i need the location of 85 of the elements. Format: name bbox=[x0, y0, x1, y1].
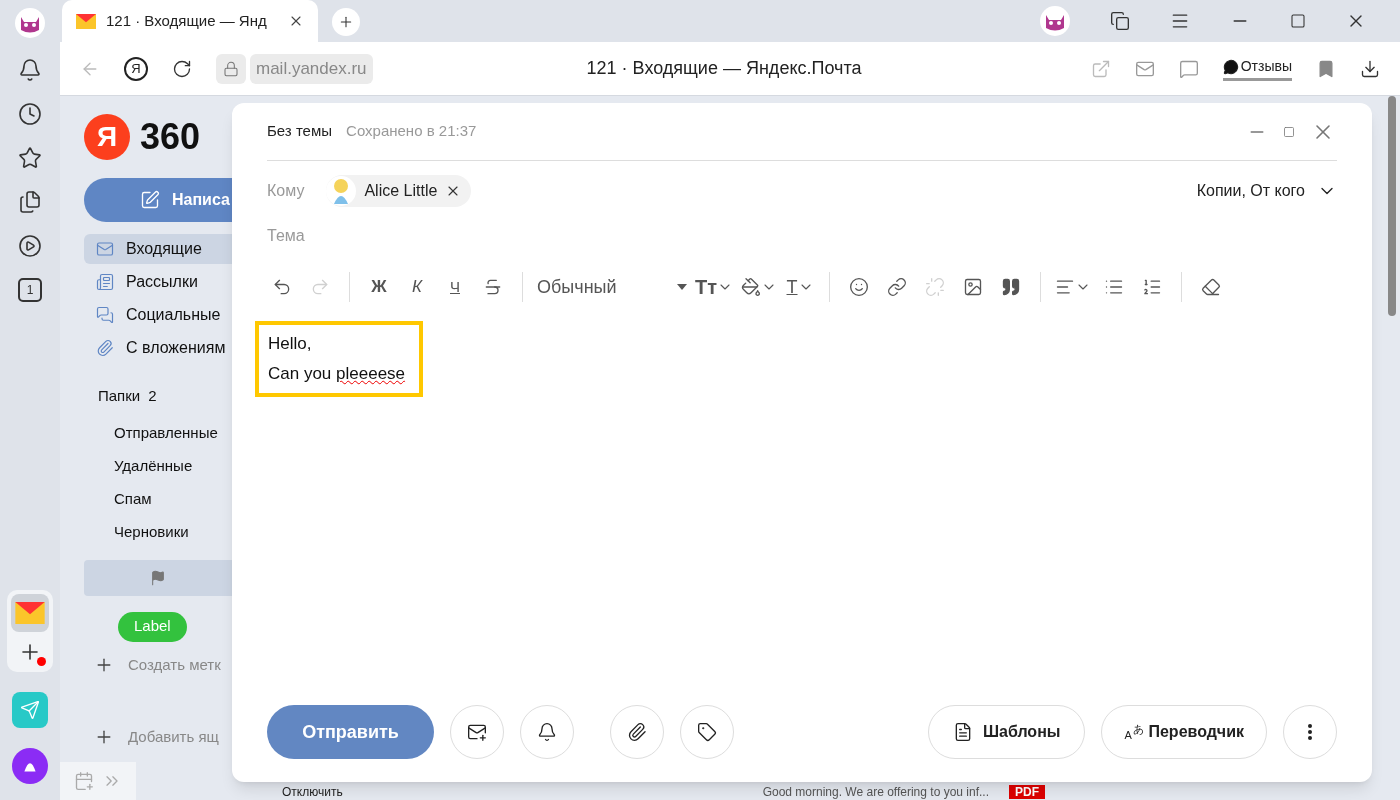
to-label: Кому bbox=[267, 181, 305, 201]
paint-bucket-icon bbox=[741, 277, 761, 297]
expand-window-icon[interactable] bbox=[1283, 125, 1295, 138]
envelope-icon bbox=[96, 240, 114, 258]
strikethrough-icon bbox=[483, 277, 503, 297]
message-body[interactable]: Hello, Can you pleeeese bbox=[255, 321, 424, 397]
tab-title: 121 · Входящие — Янд bbox=[106, 10, 267, 31]
folders-count: 2 bbox=[148, 386, 157, 406]
page-title: 121 · Входящие — Яндекс.Почта bbox=[586, 57, 862, 80]
pdf-badge: PDF bbox=[1009, 785, 1045, 799]
translate-icon: Aあ bbox=[1124, 721, 1145, 743]
notifications-icon[interactable] bbox=[18, 58, 42, 82]
counter-icon[interactable]: 1 bbox=[18, 278, 42, 302]
paperclip-icon bbox=[96, 339, 114, 357]
logo-text: 360 bbox=[140, 115, 201, 159]
feedback-button[interactable]: Отзывы bbox=[1222, 56, 1292, 81]
maximize-icon[interactable] bbox=[1290, 13, 1306, 29]
pen-square-icon bbox=[140, 190, 160, 210]
speech-bubble-icon bbox=[1222, 58, 1239, 75]
folder-item[interactable]: Спам bbox=[114, 487, 232, 511]
text-color-button[interactable]: T bbox=[785, 272, 815, 302]
send-button[interactable]: Отправить bbox=[267, 705, 434, 759]
italic-button[interactable]: К bbox=[402, 272, 432, 302]
comment-icon[interactable] bbox=[1178, 58, 1199, 79]
avatar-icon[interactable] bbox=[15, 8, 45, 38]
link-icon bbox=[887, 277, 907, 297]
more-icon bbox=[1308, 724, 1312, 740]
eraser-icon bbox=[1201, 277, 1221, 297]
caret-icon bbox=[677, 284, 687, 290]
mail-app-button[interactable] bbox=[11, 594, 49, 632]
underline-button[interactable]: Ч bbox=[440, 272, 470, 302]
flag-bar[interactable] bbox=[84, 559, 232, 596]
quote-icon bbox=[1001, 277, 1021, 297]
new-tab-button[interactable] bbox=[332, 8, 360, 36]
font-size-button[interactable]: Tт bbox=[695, 272, 733, 302]
saved-status: Сохранено в 21:37 bbox=[346, 121, 477, 142]
subject-field[interactable]: Тема bbox=[267, 221, 1337, 251]
unlink-icon bbox=[925, 277, 945, 297]
paperclip-icon bbox=[627, 722, 647, 742]
flag-icon bbox=[150, 569, 166, 586]
send-icon bbox=[20, 700, 40, 720]
envelope-icon bbox=[15, 602, 45, 624]
plus-icon bbox=[338, 14, 354, 30]
reload-icon[interactable] bbox=[172, 58, 192, 79]
play-icon[interactable] bbox=[18, 234, 42, 258]
smiley-icon bbox=[849, 277, 869, 297]
tag-icon bbox=[697, 722, 717, 742]
scrollbar[interactable] bbox=[1388, 96, 1396, 316]
draft-title: Без темы bbox=[267, 121, 333, 142]
collections-icon[interactable] bbox=[1110, 11, 1130, 31]
mail-favicon bbox=[76, 13, 96, 29]
message-snippet: Good morning. We are offering to you inf... bbox=[762, 785, 989, 799]
image-icon bbox=[963, 277, 983, 297]
bold-button[interactable]: Ж bbox=[364, 272, 394, 302]
folder-item[interactable]: Отправленные bbox=[114, 421, 232, 445]
folder-item[interactable]: Рассылки bbox=[84, 267, 232, 297]
yandex-button[interactable]: Я bbox=[124, 56, 148, 81]
folder-item[interactable]: Удалённые bbox=[114, 454, 232, 478]
lock-button[interactable] bbox=[216, 53, 246, 84]
undo-icon bbox=[272, 277, 292, 297]
bookmark-star-icon[interactable] bbox=[18, 146, 42, 170]
folder-item[interactable]: Входящие bbox=[84, 234, 232, 264]
chat-icon bbox=[96, 306, 114, 324]
assistant-app-icon[interactable] bbox=[12, 748, 48, 784]
folder-item[interactable]: Черновики bbox=[114, 520, 232, 544]
style-dropdown[interactable]: Обычный bbox=[537, 272, 687, 302]
figure-avatar-icon bbox=[326, 176, 357, 206]
logo-icon[interactable]: Я bbox=[84, 114, 130, 160]
avatar-icon[interactable] bbox=[1040, 6, 1070, 36]
browser-tab[interactable]: 121 · Входящие — Янд bbox=[62, 0, 318, 42]
disable-link[interactable]: Отключить bbox=[282, 785, 343, 799]
pages-icon[interactable] bbox=[18, 190, 42, 214]
folders-header[interactable]: Папки bbox=[98, 385, 141, 408]
bell-icon bbox=[537, 722, 557, 742]
folder-item[interactable]: С вложениям bbox=[84, 333, 232, 363]
redo-icon bbox=[310, 277, 330, 297]
newspaper-icon bbox=[96, 273, 114, 291]
recipient-chip[interactable]: Alice Little bbox=[326, 175, 472, 207]
compose-button[interactable]: Написа bbox=[84, 178, 232, 222]
copies-toggle[interactable]: Копии, От кого bbox=[1196, 179, 1337, 203]
lock-icon bbox=[223, 60, 239, 77]
numbered-list-icon bbox=[1142, 277, 1162, 297]
history-icon[interactable] bbox=[18, 102, 42, 126]
folder-item[interactable]: Социальные bbox=[84, 300, 232, 330]
download-icon[interactable] bbox=[1360, 58, 1380, 79]
